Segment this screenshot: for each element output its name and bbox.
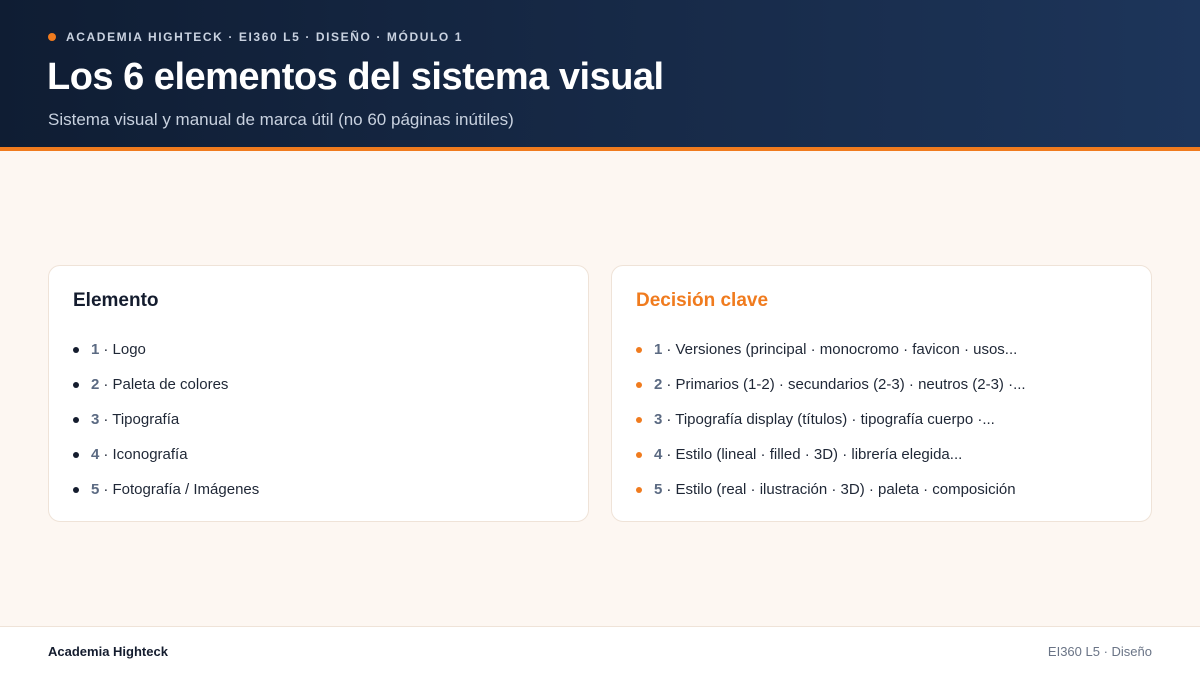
bullet-icon	[636, 486, 642, 493]
item-text: · Iconografía	[103, 446, 188, 463]
eyebrow-text: ACADEMIA HIGHTECK · EI360 L5 · DISEÑO · …	[66, 30, 464, 44]
elemento-list: 1 · Logo 2 · Paleta de colores 3 · Tipograf…	[73, 332, 568, 507]
list-item: 5 · Fotografía / Imágenes	[73, 472, 568, 507]
item-text: · Versiones (principal · monocromo · fav…	[666, 341, 1018, 358]
item-number: 5	[654, 481, 663, 498]
list-item: 3 · Tipografía	[73, 402, 568, 437]
item-text: · Tipografía display (títulos) · tipogra…	[666, 411, 995, 428]
item-text: · Tipografía	[103, 411, 180, 428]
bullet-icon	[73, 451, 79, 458]
item-number: 3	[91, 411, 100, 428]
decision-heading: Decisión clave	[636, 290, 769, 311]
elemento-card: Elemento 1 · Logo 2 · Paleta de colores 3 ·…	[48, 265, 589, 522]
item-number: 2	[91, 376, 100, 393]
item-number: 3	[654, 411, 663, 428]
bullet-icon	[73, 486, 79, 493]
item-number: 1	[91, 341, 100, 358]
item-number: 4	[654, 446, 663, 463]
item-text: · Estilo (real · ilustración · 3D) · pal…	[666, 481, 1016, 498]
elemento-heading: Elemento	[73, 290, 159, 311]
page-title: Los 6 elementos del sistema visual	[47, 56, 664, 98]
list-item: 2 · Primarios (1-2) · secundarios (2-3) ·…	[636, 367, 1131, 402]
decision-card: Decisión clave 1 · Versiones (principal ·…	[611, 265, 1152, 522]
bullet-icon	[636, 381, 642, 388]
item-number: 1	[654, 341, 663, 358]
item-text: · Logo	[103, 341, 146, 358]
bullet-icon	[636, 346, 642, 353]
list-item: 4 · Iconografía	[73, 437, 568, 472]
list-item: 3 · Tipografía display (títulos) · tipogr…	[636, 402, 1131, 437]
footer-course: EI360 L5 · Diseño	[1047, 644, 1152, 659]
list-item: 5 · Estilo (real · ilustración · 3D) · pa…	[636, 472, 1131, 507]
item-text: · Primarios (1-2) · secundarios (2-3) · …	[666, 376, 1026, 393]
page-subtitle: Sistema visual y manual de marca útil (n…	[48, 110, 514, 129]
list-item: 1 · Versiones (principal · monocromo · fa…	[636, 332, 1131, 367]
item-number: 2	[654, 376, 663, 393]
item-number: 5	[91, 481, 100, 498]
decision-list: 1 · Versiones (principal · monocromo · fa…	[636, 332, 1131, 507]
item-text: · Paleta de colores	[103, 376, 229, 393]
list-item: 2 · Paleta de colores	[73, 367, 568, 402]
list-item: 4 · Estilo (lineal · filled · 3D) · libre…	[636, 437, 1131, 472]
bullet-icon	[73, 416, 79, 423]
list-item: 1 · Logo	[73, 332, 568, 367]
footer: Academia Highteck EI360 L5 · Diseño	[0, 626, 1200, 675]
item-text: · Estilo (lineal · filled · 3D) · librer…	[666, 446, 963, 463]
item-number: 4	[91, 446, 100, 463]
accent-dot-icon	[48, 33, 56, 41]
header-banner: ACADEMIA HIGHTECK · EI360 L5 · DISEÑO · …	[0, 0, 1200, 151]
bullet-icon	[73, 346, 79, 353]
eyebrow: ACADEMIA HIGHTECK · EI360 L5 · DISEÑO · …	[48, 30, 463, 44]
footer-brand: Academia Highteck	[48, 644, 168, 659]
bullet-icon	[73, 381, 79, 388]
bullet-icon	[636, 416, 642, 423]
item-text: · Fotografía / Imágenes	[103, 481, 260, 498]
bullet-icon	[636, 451, 642, 458]
